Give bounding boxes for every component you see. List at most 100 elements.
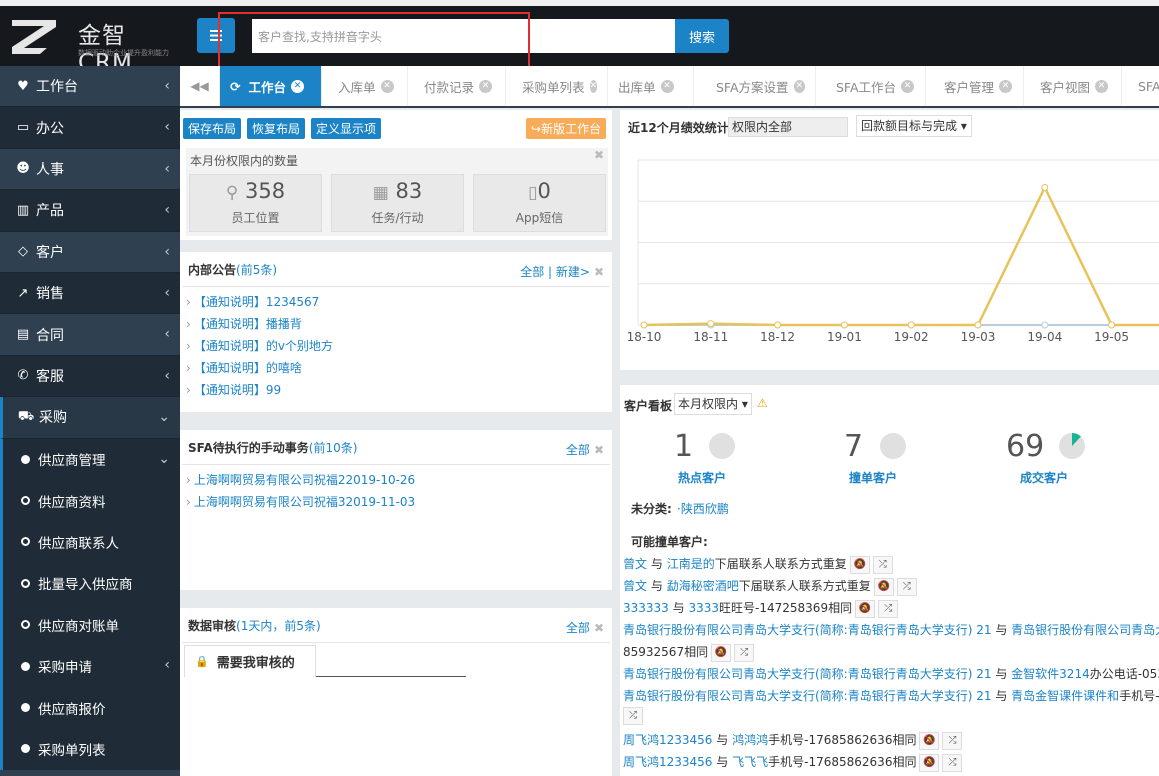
notice-item[interactable]: › 【通知说明】的v个别地方: [186, 337, 333, 354]
close-icon[interactable]: ✕: [291, 79, 304, 93]
dup-customer-a[interactable]: 青岛银行股份有限公司青岛大学支行(简称:青岛银行青岛大学支行) 21: [623, 623, 992, 637]
close-icon[interactable]: ✕: [660, 79, 674, 93]
sfa-item[interactable]: › 上海啊啊贸易有限公司祝福22019-10-26: [186, 471, 415, 488]
sidebar-item-office[interactable]: ▭ 办公 ‹: [0, 107, 180, 149]
dup-customer-b[interactable]: 飞飞飞: [732, 755, 768, 769]
mute-icon[interactable]: 🔕: [855, 599, 876, 618]
dup-customer-b[interactable]: 青岛金智课件课件和: [1011, 689, 1119, 703]
sidebar-sub-purchase-list[interactable]: 采购单列表: [0, 728, 180, 770]
mute-icon[interactable]: 🔕: [919, 753, 940, 772]
perf-metric-select[interactable]: 回款额目标与完成 ▾: [856, 115, 972, 137]
shuffle-icon[interactable]: ⤮: [942, 731, 963, 750]
close-icon[interactable]: ✕: [1095, 79, 1109, 93]
stat-employee-location[interactable]: ⚲ 358 员工位置: [189, 174, 322, 232]
search-button[interactable]: 搜索: [675, 19, 729, 53]
close-icon[interactable]: ✖: [594, 621, 604, 635]
dup-customer-a[interactable]: 曾文: [623, 579, 647, 593]
shuffle-icon[interactable]: ⤮: [623, 707, 643, 725]
tab-purchase-list[interactable]: 采购单列表 ✕: [512, 66, 608, 106]
sidebar-item-customer[interactable]: ◇ 客户 ‹: [0, 232, 180, 273]
dup-customer-a[interactable]: 青岛银行股份有限公司青岛大学支行(简称:青岛银行青岛大学支行) 21: [623, 689, 992, 703]
close-icon[interactable]: ✕: [793, 79, 805, 93]
audit-tab-my-review[interactable]: 🔒 需要我审核的: [184, 645, 316, 677]
save-layout-button[interactable]: 保存布局: [183, 118, 242, 139]
tab-sfa-setting[interactable]: SFA方案设置 ✕: [706, 66, 816, 106]
sfa-all-link[interactable]: 全部: [566, 443, 590, 457]
tab-scroll-left-button[interactable]: ◀◀: [180, 66, 220, 106]
tab-customer-manage[interactable]: 客户管理 ✕: [934, 66, 1024, 106]
sidebar-sub-supplier-quote[interactable]: 供应商报价: [0, 686, 180, 729]
close-icon[interactable]: ✖: [594, 265, 604, 279]
close-icon[interactable]: ✕: [901, 79, 915, 93]
stat-tasks[interactable]: ▦ 83 任务/行动: [331, 174, 464, 232]
shuffle-icon[interactable]: ⤮: [896, 577, 917, 596]
sidebar-item-service[interactable]: ✆ 客服 ‹: [0, 355, 180, 398]
stat-app-sms[interactable]: ▯0 App短信: [473, 174, 606, 232]
dup-customer-b[interactable]: 勐海秘密酒吧: [667, 579, 739, 593]
mute-icon[interactable]: 🔕: [849, 555, 870, 574]
sidebar-sub-supplier-contact[interactable]: 供应商联系人: [0, 521, 180, 563]
notice-item[interactable]: › 【通知说明】1234567: [186, 293, 319, 310]
notice-all-link[interactable]: 全部: [520, 265, 544, 279]
shuffle-icon[interactable]: ⤮: [734, 643, 755, 662]
tab-sfa-workbench[interactable]: SFA工作台 ✕: [826, 66, 926, 106]
restore-layout-button[interactable]: 恢复布局: [247, 118, 306, 139]
sidebar-sub-statement[interactable]: 供应商对账单: [0, 604, 180, 646]
perf-scope-select[interactable]: 权限内全部: [728, 117, 848, 137]
sidebar-sub-supplier-manage[interactable]: 供应商管理 ⌄: [0, 438, 180, 480]
dup-customer-b[interactable]: 鸿鸿鸿: [732, 733, 768, 747]
deal-customer-link[interactable]: 成交客户: [1020, 469, 1068, 486]
unclassified-value[interactable]: ·陕西欣鹏: [677, 500, 729, 517]
shuffle-icon[interactable]: ⤮: [878, 599, 899, 618]
sidebar-sub-purchase-request[interactable]: 采购申请 ‹: [0, 645, 180, 687]
sidebar-sub-supplier-info[interactable]: 供应商资料: [0, 479, 180, 522]
sfa-item[interactable]: › 上海啊啊贸易有限公司祝福32019-11-03: [186, 493, 415, 510]
tab-workbench[interactable]: ⟳ 工作台 ✕: [220, 66, 322, 106]
mute-icon[interactable]: 🔕: [919, 731, 940, 750]
notice-item[interactable]: › 【通知说明】播播背: [186, 315, 302, 332]
dup-customer-b[interactable]: 3333: [688, 601, 719, 615]
close-icon[interactable]: ✕: [380, 79, 394, 93]
and-text: 与: [650, 557, 663, 571]
tab-payment[interactable]: 付款记录 ✕: [414, 66, 506, 106]
close-icon[interactable]: ✕: [479, 79, 493, 93]
sidebar-item-purchase[interactable]: ⛟ 采购 ⌄: [0, 397, 180, 439]
dup-customer-a[interactable]: 周飞鸿1233456: [623, 733, 712, 747]
sidebar-item-workbench[interactable]: ♥ 工作台 ‹: [0, 66, 180, 108]
sidebar-item-product[interactable]: ▥ 产品 ‹: [0, 190, 180, 232]
notice-item[interactable]: › 【通知说明】99: [186, 381, 281, 398]
define-display-button[interactable]: 定义显示项: [311, 118, 382, 139]
tab-sfa[interactable]: SFA: [1128, 66, 1159, 106]
mute-icon[interactable]: 🔕: [711, 643, 732, 662]
tab-customer-view[interactable]: 客户视图 ✕: [1030, 66, 1122, 106]
tab-stock-out[interactable]: 出库单 ✕: [608, 66, 694, 106]
tab-stock-in[interactable]: 入库单 ✕: [328, 66, 408, 106]
close-icon[interactable]: ✖: [594, 148, 604, 162]
dup-customer-a[interactable]: 周飞鸿1233456: [623, 755, 712, 769]
sidebar-item-hr[interactable]: ☻ 人事 ‹: [0, 149, 180, 191]
dup-customer-a[interactable]: 曾文: [623, 557, 647, 571]
logo: 金智CRM 数据驱动助企业提升盈利能力: [10, 14, 180, 76]
dup-customer-a[interactable]: 青岛银行股份有限公司青岛大学支行(简称:青岛银行青岛大学支行) 21: [623, 667, 992, 681]
dup-customer-b[interactable]: 金智软件3214: [1011, 667, 1090, 681]
sidebar-item-contract[interactable]: ▤ 合同 ‹: [0, 314, 180, 356]
sidebar-sub-label: 供应商报价: [38, 701, 106, 718]
shuffle-icon[interactable]: ⤮: [942, 753, 963, 772]
sidebar-sub-batch-import[interactable]: 批量导入供应商: [0, 562, 180, 605]
notice-item[interactable]: › 【通知说明】的嘻啥: [186, 359, 302, 376]
new-workbench-button[interactable]: ↪ 新版工作台: [526, 118, 607, 139]
shuffle-icon[interactable]: ⤮: [872, 555, 893, 574]
dup-customer-b[interactable]: 青岛银行股份有限公司青岛大: [1011, 623, 1159, 637]
dup-customer-a[interactable]: 333333: [623, 601, 669, 615]
mute-icon[interactable]: 🔕: [873, 577, 894, 596]
dup-customer-link[interactable]: 撞单客户: [849, 469, 897, 486]
close-icon[interactable]: ✕: [589, 79, 598, 93]
close-icon[interactable]: ✖: [594, 443, 604, 457]
dup-customer-b[interactable]: 江南是的: [667, 557, 715, 571]
hot-customer-link[interactable]: 热点客户: [678, 469, 726, 486]
sidebar-item-sales[interactable]: ↗ 销售 ‹: [0, 272, 180, 315]
notice-new-link[interactable]: 新建>: [556, 265, 590, 279]
kanban-scope-select[interactable]: 本月权限内 ▾: [674, 393, 752, 415]
audit-all-link[interactable]: 全部: [566, 621, 590, 635]
close-icon[interactable]: ✕: [999, 79, 1013, 93]
